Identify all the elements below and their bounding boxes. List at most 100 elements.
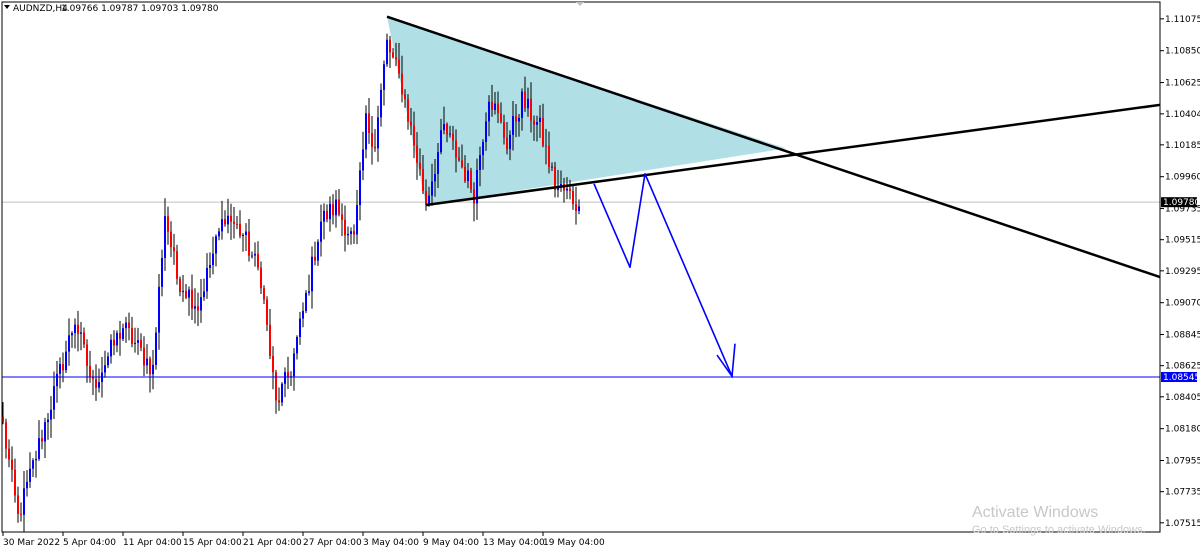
symbol-menu-icon[interactable]: [4, 5, 10, 9]
candle-body: [116, 332, 118, 346]
candle-body: [503, 121, 505, 138]
candle-body: [224, 219, 226, 225]
candle-body: [401, 73, 403, 95]
candle-body: [443, 124, 445, 131]
scroll-marker-icon[interactable]: [576, 2, 584, 6]
candle-body: [308, 291, 310, 293]
candle-body: [329, 203, 331, 220]
candle-body: [257, 253, 259, 268]
chart-canvas[interactable]: 1.11075 1.10850 1.10625 1.10404 1.10185 1.099…: [0, 0, 1200, 552]
candle-body: [548, 145, 550, 167]
candle-body: [416, 145, 418, 163]
candle-body: [212, 253, 214, 266]
x-tick-label: 3 May 04:00: [363, 538, 419, 548]
candle-body: [140, 340, 142, 348]
x-tick-label: 15 Apr 04:00: [183, 538, 242, 548]
candle-body: [155, 332, 157, 365]
candle-body: [389, 39, 391, 53]
y-tick-label: 1.10404: [1165, 110, 1200, 120]
y-tick-label: 1.10625: [1165, 79, 1200, 89]
candle-body: [74, 324, 76, 334]
candle-body: [179, 278, 181, 293]
candle-body: [38, 438, 40, 459]
candle-body: [422, 168, 424, 191]
y-tick-label: 1.09960: [1165, 173, 1200, 183]
candle-body: [491, 101, 493, 110]
triangle-fill-layer: [387, 16, 786, 206]
candle-body: [167, 216, 169, 232]
candle-body: [185, 290, 187, 298]
candle-body: [377, 117, 379, 149]
candle-body: [482, 141, 484, 156]
candle-body: [446, 124, 448, 135]
candle-body: [368, 113, 370, 133]
activate-windows-title: Activate Windows: [972, 504, 1098, 521]
candle-body: [221, 219, 223, 232]
triangle-pattern[interactable]: [387, 16, 786, 206]
candle-body: [470, 170, 472, 190]
candle-body: [182, 290, 184, 293]
candle-body: [551, 166, 553, 168]
x-tick-label: 30 Mar 2022: [3, 538, 60, 548]
y-tick-label: 1.10185: [1165, 141, 1200, 151]
candle-body: [296, 336, 298, 354]
candle-body: [26, 481, 28, 489]
candle-body: [497, 103, 499, 114]
candle-body: [437, 152, 439, 175]
candle-body: [236, 223, 238, 225]
x-tick-label: 9 May 04:00: [423, 538, 479, 548]
candle-body: [398, 59, 400, 74]
candle-body: [572, 190, 574, 205]
candle-body: [413, 125, 415, 146]
candle-body: [452, 133, 454, 141]
candle-body: [71, 333, 73, 336]
candle-body: [380, 89, 382, 118]
candle-body: [128, 322, 130, 329]
x-tick-label: 21 Apr 04:00: [243, 538, 302, 548]
candle-body: [566, 188, 568, 191]
candle-body: [53, 386, 55, 410]
candle-body: [32, 460, 34, 469]
candle-body: [215, 236, 217, 254]
y-tick-label: 1.07735: [1165, 488, 1200, 498]
candle-body: [521, 91, 523, 118]
candle-body: [80, 332, 82, 334]
projection-path[interactable]: [593, 173, 733, 377]
ohlc-values: 1.09766 1.09787 1.09703 1.09780: [61, 4, 219, 14]
y-tick-label: 1.09070: [1165, 299, 1200, 309]
candle-body: [356, 205, 358, 235]
drawing-objects[interactable]: [2, 15, 1173, 379]
candle-body: [341, 214, 343, 220]
candle-body: [284, 372, 286, 384]
candle-body: [479, 155, 481, 170]
candle-body: [5, 422, 7, 449]
y-tick-label: 1.08845: [1165, 331, 1200, 341]
candle-body: [500, 113, 502, 122]
candle-body: [68, 335, 70, 352]
candle-body: [113, 339, 115, 346]
candle-body: [335, 199, 337, 216]
candle-body: [47, 419, 49, 423]
y-tick-label: 1.11075: [1165, 15, 1200, 25]
candle-body: [194, 306, 196, 309]
candle-body: [332, 203, 334, 216]
candle-body: [35, 458, 37, 461]
y-tick-label: 1.09515: [1165, 236, 1200, 246]
candle-body: [461, 160, 463, 167]
candle-body: [545, 145, 547, 147]
candle-body: [362, 149, 364, 171]
candle-body: [347, 234, 349, 236]
candle-body: [176, 251, 178, 279]
candle-body: [392, 52, 394, 58]
candle-body: [137, 340, 139, 343]
candle-body: [197, 306, 199, 311]
candle-body: [218, 231, 220, 237]
x-tick-label: 5 Apr 04:00: [63, 538, 116, 548]
candle-body: [386, 39, 388, 65]
candle-body: [410, 121, 412, 126]
candle-body: [293, 353, 295, 377]
candle-body: [533, 120, 535, 125]
candle-body: [275, 372, 277, 401]
candle-body: [59, 364, 61, 374]
candle-body: [407, 99, 409, 122]
